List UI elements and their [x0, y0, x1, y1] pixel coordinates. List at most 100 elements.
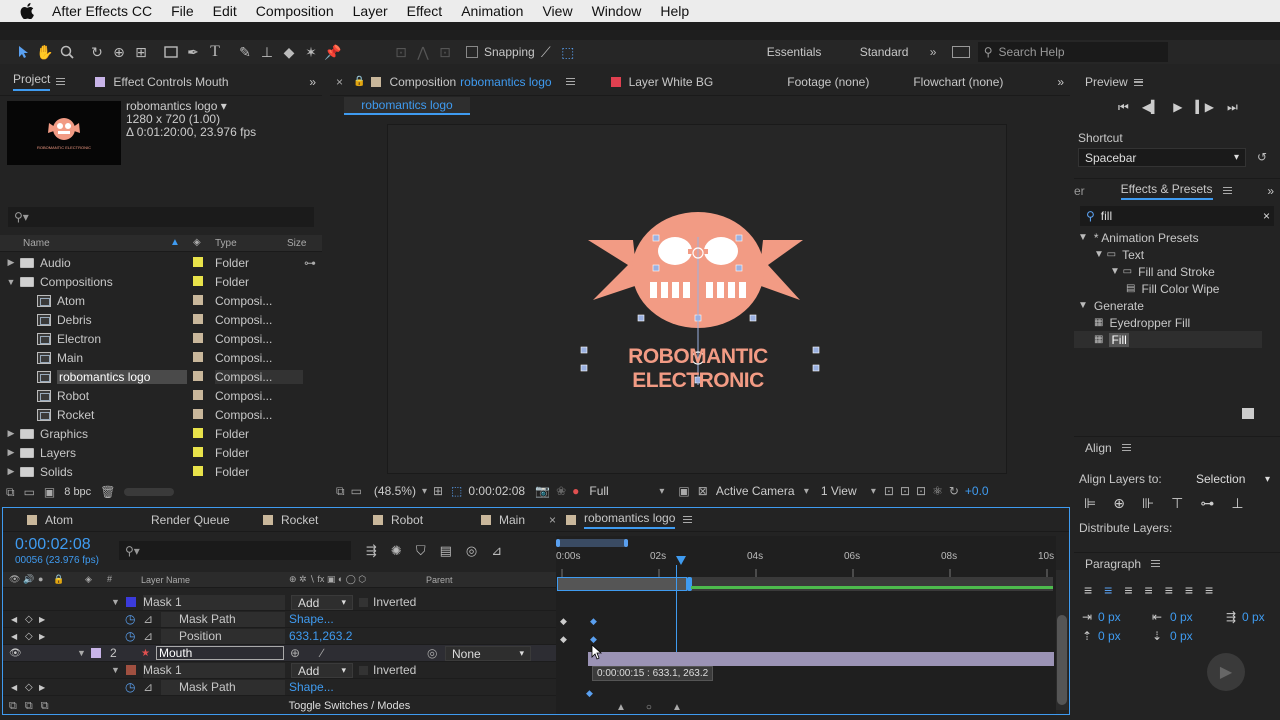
exposure-value[interactable]: +0.0: [965, 484, 989, 498]
workspace-essentials[interactable]: Essentials: [767, 45, 860, 59]
effects-tree-item[interactable]: ▼ ▭ Fill and Stroke: [1074, 263, 1264, 280]
timeline-tab[interactable]: Robot: [349, 513, 457, 527]
menu-layer[interactable]: Layer: [353, 3, 388, 19]
menu-file[interactable]: File: [171, 3, 194, 19]
toggle-pixel-aspect-icon[interactable]: ⊡: [884, 484, 894, 498]
timeline-tab[interactable]: × robomantics logo: [543, 511, 703, 529]
align-menu-icon[interactable]: [1121, 444, 1131, 451]
label-column-icon[interactable]: ◈: [85, 574, 92, 585]
project-item[interactable]: robomantics logo Composi...: [0, 367, 322, 386]
disclosure-closed-icon[interactable]: ▶: [4, 428, 18, 439]
project-item[interactable]: ▶ Audio Folder ⊶: [0, 253, 322, 272]
next-keyframe-icon[interactable]: ▶: [39, 615, 45, 624]
project-menu-icon[interactable]: [56, 78, 66, 85]
effects-tree-item[interactable]: ▼ ▭ Text: [1074, 246, 1264, 263]
hand-tool-icon[interactable]: ✋: [34, 42, 56, 62]
project-item[interactable]: ▶ Layers Folder: [0, 443, 322, 462]
stopwatch-icon[interactable]: ◷: [125, 629, 135, 643]
roto-brush-tool-icon[interactable]: ✶: [300, 42, 322, 62]
paragraph-title[interactable]: Paragraph: [1085, 557, 1141, 571]
project-item[interactable]: Debris Composi...: [0, 310, 322, 329]
justify-last-left-icon[interactable]: ≡: [1145, 582, 1153, 598]
parent-column[interactable]: Parent: [426, 575, 453, 585]
label-color-swatch[interactable]: [193, 275, 203, 286]
camera-dropdown[interactable]: Active Camera: [716, 484, 804, 498]
parent-pickwhip-icon[interactable]: ◎: [427, 646, 437, 660]
label-color-swatch[interactable]: [193, 408, 203, 419]
timeline-vertical-scrollbar[interactable]: [1056, 570, 1068, 710]
work-area-navigator[interactable]: [556, 539, 628, 547]
video-switch-icon[interactable]: 👁: [9, 574, 20, 585]
region-of-interest-icon[interactable]: ⬚: [451, 484, 462, 498]
menu-help[interactable]: Help: [660, 3, 689, 19]
visibility-icon[interactable]: 👁: [9, 648, 22, 659]
col-type[interactable]: Type: [215, 238, 237, 249]
layer-tab[interactable]: Layer White BG: [629, 75, 714, 89]
next-frame-icon[interactable]: ▍▶: [1196, 100, 1214, 115]
rotate-tool-icon[interactable]: ↻: [86, 42, 108, 62]
align-text-left-icon[interactable]: ≡: [1084, 582, 1092, 598]
more-workspaces-icon[interactable]: »: [930, 45, 952, 59]
snapshot-icon[interactable]: 📷: [535, 484, 550, 498]
workspace-menu-icon[interactable]: [951, 46, 970, 58]
eraser-tool-icon[interactable]: ◆: [278, 42, 300, 62]
shy-layers-icon[interactable]: ⛉: [416, 543, 426, 559]
col-name[interactable]: Name: [23, 238, 50, 249]
menu-animation[interactable]: Animation: [461, 3, 523, 19]
previous-frame-icon[interactable]: ◀▍: [1142, 100, 1160, 115]
label-color-swatch[interactable]: [193, 256, 203, 267]
switch-quality-icon[interactable]: ∕: [321, 646, 323, 660]
label-color-swatch[interactable]: [193, 313, 203, 324]
reset-shortcut-icon[interactable]: ↺: [1257, 150, 1267, 164]
timeline-row[interactable]: ▼ Mask 1 Add ▾ Inverted: [3, 662, 556, 679]
close-tab-icon[interactable]: ×: [336, 75, 343, 89]
menu-effect[interactable]: Effect: [407, 3, 443, 19]
label-color-swatch[interactable]: [193, 465, 203, 476]
align-to-dropdown[interactable]: Selection ▾: [1190, 470, 1276, 488]
snapping-checkbox[interactable]: [466, 46, 478, 58]
camera-tool-icon[interactable]: ⊕: [108, 42, 130, 62]
menu-view[interactable]: View: [542, 3, 572, 19]
effects-tree-item[interactable]: ▦ Fill: [1074, 331, 1262, 348]
preview-menu-icon[interactable]: [1133, 78, 1143, 86]
graph-icon[interactable]: ⊿: [143, 629, 153, 643]
mask-color-swatch[interactable]: [126, 665, 136, 675]
timeline-tab[interactable]: Atom: [3, 513, 109, 527]
play-icon[interactable]: ▶: [1173, 100, 1182, 115]
apple-icon[interactable]: [20, 3, 36, 19]
interpret-footage-icon[interactable]: ⧉: [6, 485, 15, 500]
effects-tree-item[interactable]: ▤ Fill Color Wipe: [1074, 280, 1264, 297]
space-before-value[interactable]: 0 px: [1098, 629, 1121, 643]
project-item[interactable]: ▶ Graphics Folder: [0, 424, 322, 443]
effects-tree-item[interactable]: ▼ Generate: [1074, 297, 1264, 314]
disclosure-closed-icon[interactable]: ▶: [4, 447, 18, 458]
timeline-search-input[interactable]: ⚲▾: [119, 541, 351, 560]
zoom-out-icon[interactable]: ▲: [616, 702, 626, 713]
reset-exposure-icon[interactable]: ↻: [949, 484, 959, 498]
brush-tool-icon[interactable]: ✎: [234, 42, 256, 62]
timeline-icon[interactable]: ⊡: [916, 484, 926, 498]
mouth-layer-bar[interactable]: [588, 652, 1054, 666]
close-tab-icon[interactable]: ×: [549, 513, 556, 527]
trash-icon[interactable]: 🗑: [100, 485, 115, 499]
footage-tab[interactable]: Footage (none): [787, 75, 869, 89]
clear-search-icon[interactable]: ×: [1263, 209, 1270, 223]
always-preview-icon[interactable]: ⧉: [336, 484, 345, 499]
align-text-center-icon[interactable]: ≡: [1104, 582, 1112, 598]
effects-menu-icon[interactable]: [1222, 187, 1232, 194]
monitor-icon[interactable]: ▭: [351, 484, 362, 498]
fast-draft-icon[interactable]: ⊡: [900, 484, 910, 498]
view-axis-icon[interactable]: ⊡: [434, 42, 456, 62]
project-item[interactable]: ▶ Solids Folder: [0, 462, 322, 481]
in-out-toggle-icon[interactable]: ⧉: [41, 700, 49, 713]
frame-blending-icon[interactable]: ▤: [440, 543, 452, 559]
motion-blur-icon[interactable]: ◎: [466, 543, 477, 559]
label-tag-icon[interactable]: ◈: [193, 237, 201, 248]
keyframe[interactable]: ◆: [586, 688, 593, 699]
search-help-field[interactable]: ⚲ Search Help: [977, 42, 1168, 62]
draft-3d-icon[interactable]: ✺: [391, 543, 402, 559]
effects-tree-item[interactable]: ▦ Eyedropper Fill: [1074, 314, 1264, 331]
label-color-swatch[interactable]: [193, 294, 203, 305]
keyframe-marker[interactable]: ◆: [560, 616, 567, 627]
snap-edges-icon[interactable]: ⟋: [535, 42, 557, 62]
